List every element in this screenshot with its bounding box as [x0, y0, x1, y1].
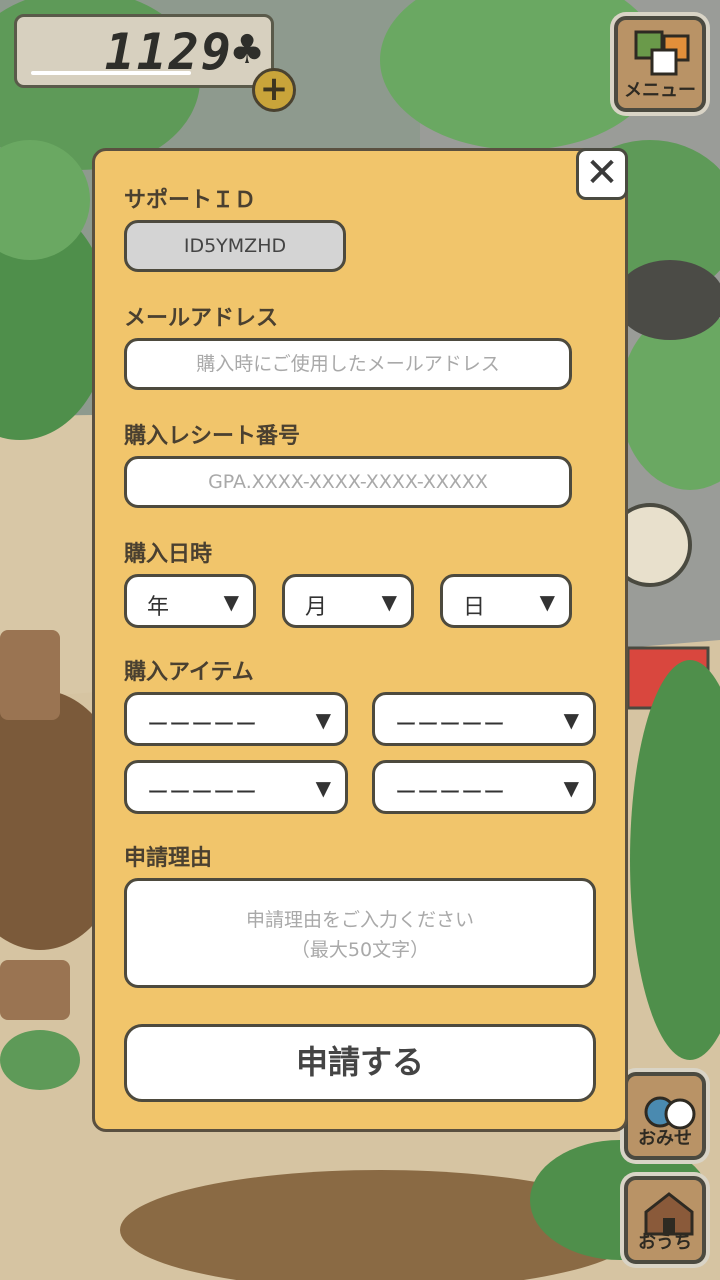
item-select-value: ーーーーー	[147, 781, 258, 806]
submit-button[interactable]: 申請する	[124, 1024, 596, 1102]
support-id-value: ID5YMZHD	[124, 220, 346, 272]
reason-placeholder-line2: （最大50文字）	[290, 939, 430, 961]
item-select-1[interactable]: ーーーーー ▼	[124, 692, 348, 746]
shop-label: おみせ	[638, 1128, 692, 1149]
receipt-number-input[interactable]: GPA.XXXX-XXXX-XXXX-XXXXX	[124, 456, 572, 508]
chevron-down-icon: ▼	[381, 590, 397, 614]
chevron-down-icon: ▼	[315, 776, 331, 800]
item-select-2[interactable]: ーーーーー ▼	[372, 692, 596, 746]
chevron-down-icon: ▼	[563, 708, 579, 732]
item-select-4[interactable]: ーーーーー ▼	[372, 760, 596, 814]
close-button[interactable]: ✕	[576, 148, 628, 200]
item-select-3[interactable]: ーーーーー ▼	[124, 760, 348, 814]
clover-icon: ♣	[229, 27, 265, 73]
counter-highlight	[31, 71, 191, 75]
purchase-item-label: 購入アイテム	[124, 660, 254, 685]
chevron-down-icon: ▼	[315, 708, 331, 732]
email-input[interactable]: 購入時にご使用したメールアドレス	[124, 338, 572, 390]
chevron-down-icon: ▼	[223, 590, 239, 614]
home-label: おうち	[638, 1232, 692, 1253]
day-select[interactable]: 日 ▼	[440, 574, 572, 628]
receipt-label: 購入レシート番号	[124, 424, 301, 449]
item-select-value: ーーーーー	[147, 713, 258, 738]
purchase-date-label: 購入日時	[124, 542, 213, 567]
item-select-value: ーーーーー	[395, 713, 506, 738]
shop-button[interactable]: おみせ	[624, 1072, 706, 1160]
add-clover-button[interactable]: +	[252, 68, 296, 112]
year-select[interactable]: 年 ▼	[124, 574, 256, 628]
email-label: メールアドレス	[124, 306, 279, 331]
year-select-value: 年	[147, 595, 170, 620]
menu-button[interactable]: メニュー	[614, 16, 706, 112]
clover-counter: 1129 ♣	[14, 14, 274, 88]
month-select[interactable]: 月 ▼	[282, 574, 414, 628]
reason-textarea[interactable]: 申請理由をご入力ください （最大50文字）	[124, 878, 596, 988]
chevron-down-icon: ▼	[539, 590, 555, 614]
day-select-value: 日	[463, 595, 486, 620]
home-button[interactable]: おうち	[624, 1176, 706, 1264]
reason-label: 申請理由	[124, 846, 213, 871]
chevron-down-icon: ▼	[563, 776, 579, 800]
reason-placeholder-line1: 申請理由をご入力ください	[245, 909, 474, 931]
support-id-label: サポートＩＤ	[124, 188, 257, 213]
month-select-value: 月	[305, 595, 328, 620]
menu-label: メニュー	[624, 80, 696, 101]
item-select-value: ーーーーー	[395, 781, 506, 806]
